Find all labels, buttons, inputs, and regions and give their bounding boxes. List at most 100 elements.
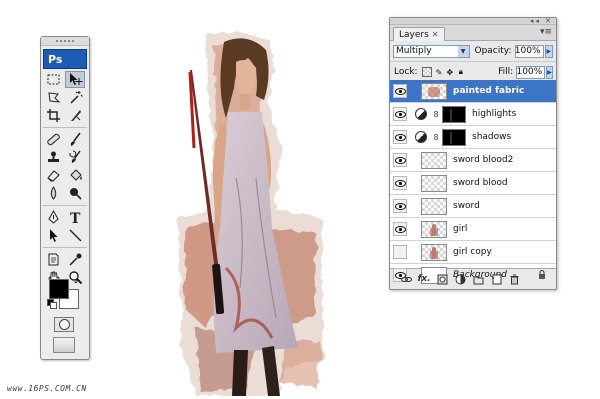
- visibility-eye-icon[interactable]: [393, 130, 407, 144]
- brush-tool-icon[interactable]: [65, 131, 85, 148]
- layer-row[interactable]: sword blood: [390, 172, 556, 195]
- foreground-color-swatch[interactable]: [49, 279, 69, 299]
- visibility-eye-icon[interactable]: [393, 176, 407, 190]
- color-swatches: ↶: [47, 278, 83, 309]
- panel-titlebar[interactable]: ◂◂ ✕: [390, 17, 556, 25]
- toolbox-grip[interactable]: [41, 37, 89, 46]
- chevron-down-icon[interactable]: ▼: [457, 45, 469, 57]
- visibility-eye-icon[interactable]: [393, 84, 407, 98]
- fill-slider-arrow-icon[interactable]: ▶: [546, 65, 553, 79]
- default-colors-icon[interactable]: [47, 299, 57, 309]
- blend-opacity-row: Multiply ▼ Opacity: 100% ▶: [390, 41, 556, 61]
- lasso-tool-icon[interactable]: [43, 89, 63, 106]
- layer-thumbnail: [421, 82, 447, 100]
- line-tool-icon[interactable]: [65, 227, 85, 244]
- type-tool-icon[interactable]: T: [65, 209, 85, 226]
- path-selection-tool-icon[interactable]: [43, 227, 63, 244]
- panel-window-buttons[interactable]: ◂◂ ✕: [530, 17, 553, 25]
- layer-name[interactable]: shadows: [472, 132, 511, 142]
- paint-bucket-tool-icon[interactable]: [65, 167, 85, 184]
- layer-row[interactable]: painted fabric: [390, 80, 556, 103]
- opacity-label: Opacity:: [474, 46, 512, 56]
- lock-transparency-icon[interactable]: [421, 67, 432, 77]
- photoshop-logo[interactable]: Ps: [43, 49, 87, 69]
- layer-thumbnail: [421, 151, 447, 169]
- layer-row[interactable]: girl copy: [390, 241, 556, 264]
- layer-row[interactable]: sword: [390, 195, 556, 218]
- fill-label: Fill:: [498, 67, 514, 77]
- blend-mode-select[interactable]: Multiply ▼: [393, 44, 470, 58]
- lock-position-icon[interactable]: ✥: [446, 67, 454, 77]
- opacity-slider-arrow-icon[interactable]: ▶: [544, 44, 553, 58]
- layer-row[interactable]: 8 highlights: [390, 103, 556, 126]
- adjustment-layer-icon[interactable]: [454, 273, 466, 285]
- tool-grid: T: [41, 69, 89, 286]
- visibility-eye-icon[interactable]: [393, 153, 407, 167]
- magic-wand-tool-icon[interactable]: [65, 89, 85, 106]
- layer-thumbnail: [421, 220, 447, 238]
- layers-panel-footer: fx.: [390, 269, 556, 289]
- close-tab-icon[interactable]: ✕: [432, 30, 439, 39]
- lock-pixels-icon[interactable]: ✎: [436, 67, 443, 77]
- new-layer-icon[interactable]: [490, 273, 502, 285]
- svg-text:T: T: [70, 211, 81, 225]
- watermark: www.16PS.COM.CN: [7, 384, 87, 393]
- marquee-tool-icon[interactable]: [43, 71, 63, 88]
- layer-list: painted fabric 8 highlights 8 shadows sw…: [390, 80, 556, 284]
- blur-tool-icon[interactable]: [43, 185, 63, 202]
- layer-name[interactable]: sword: [453, 201, 480, 211]
- delete-layer-icon[interactable]: [508, 273, 520, 285]
- eyedropper-tool-icon[interactable]: [65, 251, 85, 268]
- layer-name[interactable]: highlights: [472, 109, 516, 119]
- layer-mask-thumbnail[interactable]: [442, 128, 466, 146]
- link-layers-icon[interactable]: [400, 273, 412, 285]
- tab-layers-label: Layers: [399, 29, 429, 40]
- lock-label: Lock:: [394, 67, 418, 77]
- notes-tool-icon[interactable]: [43, 251, 63, 268]
- opacity-input[interactable]: 100%: [514, 44, 544, 58]
- layer-name[interactable]: girl copy: [453, 247, 492, 257]
- layer-row[interactable]: girl: [390, 218, 556, 241]
- layer-row[interactable]: sword blood2: [390, 149, 556, 172]
- move-tool-icon[interactable]: [65, 71, 85, 88]
- blend-mode-value: Multiply: [396, 46, 432, 56]
- mask-link-icon[interactable]: 8: [432, 110, 440, 119]
- history-brush-tool-icon[interactable]: [65, 149, 85, 166]
- swap-colors-icon[interactable]: ↶: [74, 278, 81, 287]
- adjustment-layer-icon[interactable]: [415, 108, 427, 120]
- eraser-tool-icon[interactable]: [43, 167, 63, 184]
- layer-thumbnail: [421, 174, 447, 192]
- canvas-image-girl-with-sword: [176, 28, 326, 396]
- tools-panel: Ps T ↶: [40, 36, 90, 360]
- slice-tool-icon[interactable]: [65, 107, 85, 124]
- layer-name[interactable]: painted fabric: [453, 86, 524, 96]
- layer-name[interactable]: sword blood2: [453, 155, 513, 165]
- lock-all-icon[interactable]: 🔒︎: [457, 67, 464, 77]
- add-mask-icon[interactable]: [436, 273, 448, 285]
- visibility-eye-icon[interactable]: [393, 222, 407, 236]
- healing-brush-tool-icon[interactable]: [43, 131, 63, 148]
- mask-link-icon[interactable]: 8: [432, 133, 440, 142]
- new-group-icon[interactable]: [472, 273, 484, 285]
- visibility-eye-icon[interactable]: [393, 199, 407, 213]
- layer-mask-thumbnail[interactable]: [442, 105, 466, 123]
- panel-tab-bar: Layers ✕ ▾≡: [390, 25, 556, 41]
- clone-stamp-tool-icon[interactable]: [43, 149, 63, 166]
- screen-mode-icon[interactable]: [53, 337, 75, 353]
- dodge-tool-icon[interactable]: [65, 185, 85, 202]
- fx-icon[interactable]: fx.: [417, 273, 430, 285]
- pen-tool-icon[interactable]: [43, 209, 63, 226]
- fill-input[interactable]: 100%: [516, 65, 546, 79]
- crop-tool-icon[interactable]: [43, 107, 63, 124]
- panel-menu-icon[interactable]: ▾≡: [540, 27, 552, 37]
- quick-mask-icon[interactable]: [54, 317, 74, 332]
- layer-row[interactable]: 8 shadows: [390, 126, 556, 149]
- adjustment-layer-icon[interactable]: [415, 131, 427, 143]
- visibility-toggle-off-icon[interactable]: [393, 245, 407, 259]
- tab-layers[interactable]: Layers ✕: [393, 27, 445, 41]
- layer-thumbnail: [421, 243, 447, 261]
- visibility-eye-icon[interactable]: [393, 107, 407, 121]
- layer-thumbnail: [421, 197, 447, 215]
- layer-name[interactable]: sword blood: [453, 178, 508, 188]
- layer-name[interactable]: girl: [453, 224, 467, 234]
